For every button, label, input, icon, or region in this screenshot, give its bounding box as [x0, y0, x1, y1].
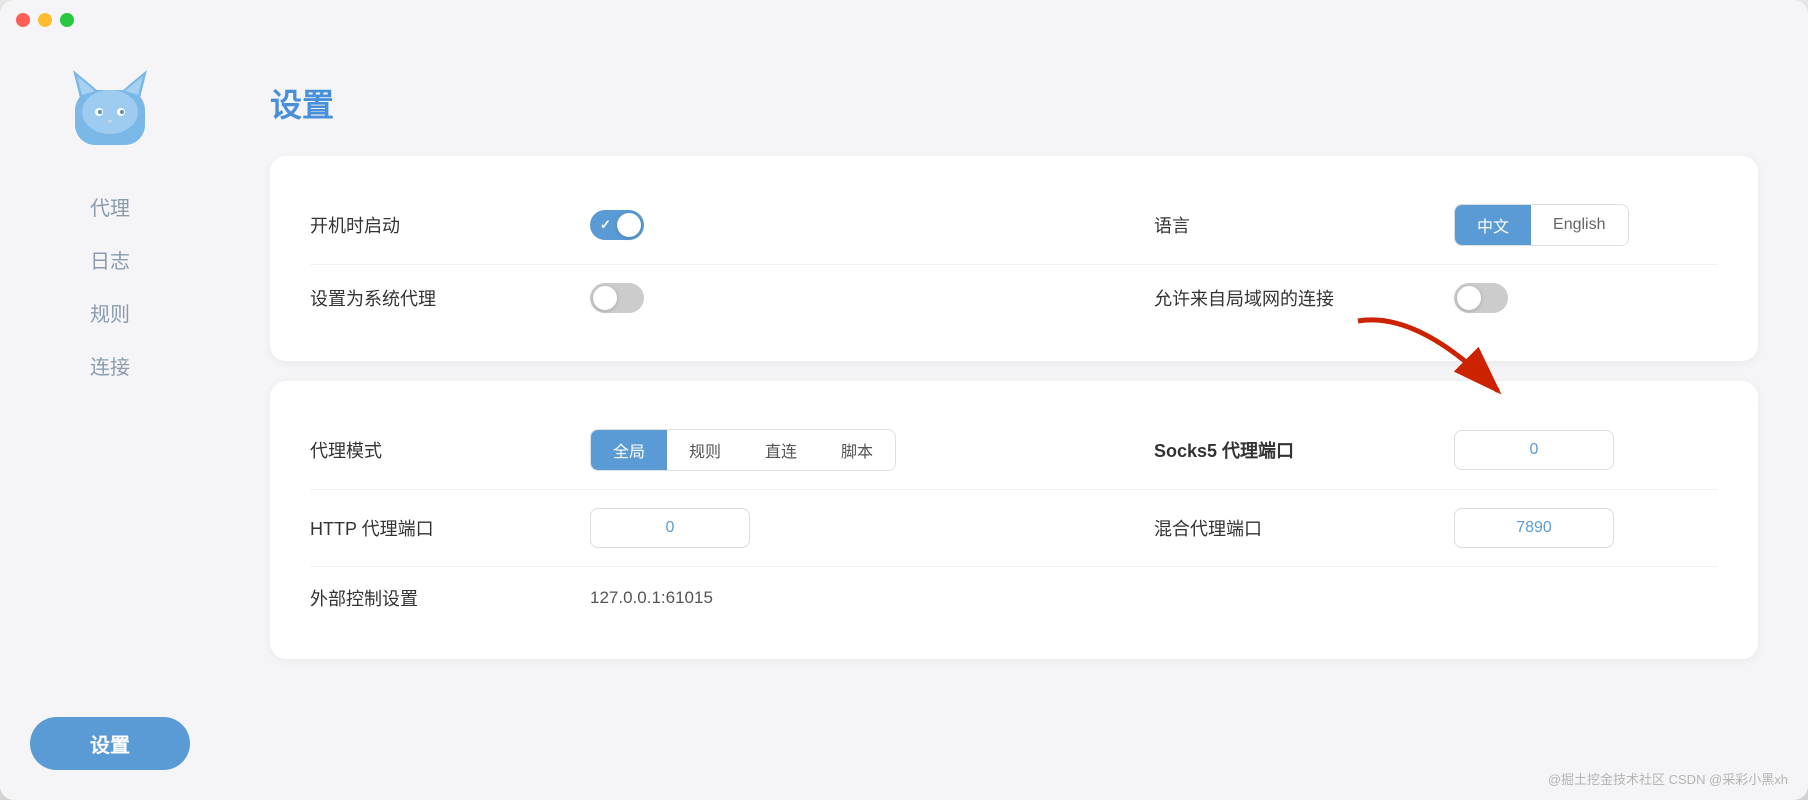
- mode-tab-script[interactable]: 脚本: [819, 430, 895, 470]
- startup-toggle-thumb: [617, 213, 641, 237]
- socks5-control: [1454, 430, 1718, 470]
- settings-row-system-proxy: 设置为系统代理 允许来自局域网的连接: [310, 265, 1718, 331]
- main-content: 设置 开机时启动 ✓ 语言: [220, 40, 1808, 800]
- socks5-label: Socks5 代理端口: [1154, 437, 1434, 463]
- external-value: 127.0.0.1:61015: [590, 588, 1718, 608]
- system-proxy-label: 设置为系统代理: [310, 285, 590, 311]
- external-label: 外部控制设置: [310, 585, 590, 611]
- language-control: 中文 English: [1454, 204, 1718, 246]
- startup-toggle-control: ✓: [590, 210, 1154, 240]
- lan-toggle[interactable]: [1454, 283, 1508, 313]
- mixed-port-control: [1454, 508, 1718, 548]
- lang-english-button[interactable]: English: [1531, 205, 1627, 245]
- titlebar: [0, 0, 1808, 40]
- mode-tab-direct[interactable]: 直连: [743, 430, 819, 470]
- mixed-port-input[interactable]: [1454, 508, 1614, 548]
- system-proxy-toggle[interactable]: [590, 283, 644, 313]
- lan-label: 允许来自局域网的连接: [1154, 285, 1434, 311]
- sidebar-nav: 代理 日志 规则 连接 设置: [0, 180, 220, 770]
- mode-tab-global[interactable]: 全局: [591, 430, 667, 470]
- sidebar-item-log[interactable]: 日志: [30, 233, 190, 286]
- startup-toggle[interactable]: ✓: [590, 210, 644, 240]
- sidebar-item-connections[interactable]: 连接: [30, 339, 190, 392]
- mixed-port-label: 混合代理端口: [1154, 515, 1434, 541]
- minimize-button[interactable]: [38, 13, 52, 27]
- settings-row-startup: 开机时启动 ✓ 语言 中文 English: [310, 186, 1718, 265]
- socks5-section: Socks5 代理端口: [1154, 430, 1718, 470]
- settings-card-general: 开机时启动 ✓ 语言 中文 English: [270, 156, 1758, 361]
- lan-section: 允许来自局域网的连接: [1154, 283, 1718, 313]
- toggle-check-icon: ✓: [600, 217, 611, 233]
- maximize-button[interactable]: [60, 13, 74, 27]
- watermark: @掘土挖金技术社区 CSDN @采彩小黑xh: [1548, 769, 1788, 788]
- lan-toggle-control: [1454, 283, 1718, 313]
- settings-row-external: 外部控制设置 127.0.0.1:61015: [310, 567, 1718, 629]
- close-button[interactable]: [16, 13, 30, 27]
- system-proxy-toggle-thumb: [593, 286, 617, 310]
- app-logo: [65, 60, 155, 150]
- lan-toggle-thumb: [1457, 286, 1481, 310]
- sidebar-item-proxy[interactable]: 代理: [30, 180, 190, 233]
- proxy-mode-label: 代理模式: [310, 437, 590, 463]
- mode-tab-rule[interactable]: 规则: [667, 430, 743, 470]
- http-port-label: HTTP 代理端口: [310, 515, 590, 541]
- language-section: 语言 中文 English: [1154, 204, 1718, 246]
- language-label: 语言: [1154, 212, 1434, 238]
- mixed-port-section: 混合代理端口: [1154, 508, 1718, 548]
- external-address: 127.0.0.1:61015: [590, 588, 713, 608]
- settings-row-proxy-mode: 代理模式 全局 规则 直连 脚本 Socks5 代理端口: [310, 411, 1718, 490]
- startup-label: 开机时启动: [310, 212, 590, 238]
- sidebar-item-rules[interactable]: 规则: [30, 286, 190, 339]
- app-window: 代理 日志 规则 连接 设置 设置: [0, 0, 1808, 800]
- language-selector: 中文 English: [1454, 204, 1629, 246]
- http-port-input[interactable]: [590, 508, 750, 548]
- app-body: 代理 日志 规则 连接 设置 设置: [0, 40, 1808, 800]
- settings-card-proxy: 代理模式 全局 规则 直连 脚本 Socks5 代理端口: [270, 381, 1758, 659]
- http-port-control: [590, 508, 1154, 548]
- settings-row-http-port: HTTP 代理端口 混合代理端口: [310, 490, 1718, 567]
- sidebar-item-settings[interactable]: 设置: [30, 717, 190, 770]
- proxy-mode-tabs: 全局 规则 直连 脚本: [590, 429, 896, 471]
- proxy-mode-control: 全局 规则 直连 脚本: [590, 429, 1154, 471]
- sidebar: 代理 日志 规则 连接 设置: [0, 40, 220, 800]
- system-proxy-control: [590, 283, 1154, 313]
- lang-chinese-button[interactable]: 中文: [1455, 205, 1531, 245]
- socks5-port-input[interactable]: [1454, 430, 1614, 470]
- page-title: 设置: [270, 80, 1758, 126]
